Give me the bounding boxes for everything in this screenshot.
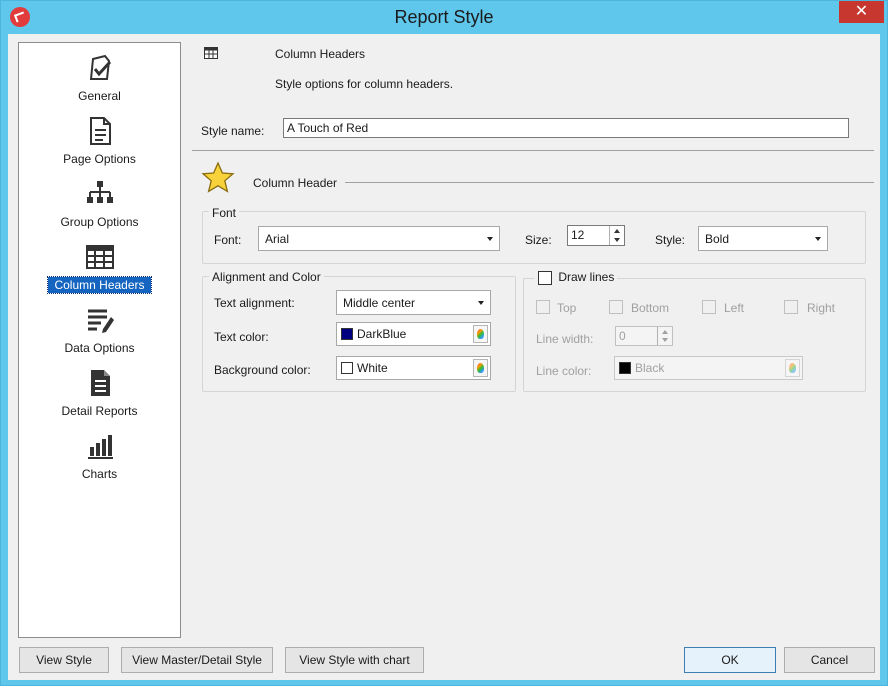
text-alignment-select[interactable]: Middle center xyxy=(336,290,491,315)
sidebar-item-group-options[interactable]: Group Options xyxy=(19,179,180,235)
font-select-value: Arial xyxy=(265,232,290,246)
color-picker-icon[interactable] xyxy=(785,359,800,377)
chevron-down-icon xyxy=(487,237,493,241)
draw-lines-checkbox[interactable] xyxy=(538,270,552,285)
draw-lines-label: Draw lines xyxy=(558,270,615,284)
bottom-line-label: Bottom xyxy=(631,301,670,315)
line-width-label: Line width: xyxy=(536,332,594,346)
sidebar-item-label: Group Options xyxy=(60,215,139,229)
background-color-picker[interactable]: White xyxy=(336,356,491,380)
star-icon xyxy=(201,161,235,193)
top-line-checkbox[interactable] xyxy=(536,300,550,314)
hierarchy-icon xyxy=(87,181,113,203)
line-width-value: 0 xyxy=(619,329,626,343)
style-name-label: Style name: xyxy=(201,124,265,138)
right-line-checkbox[interactable] xyxy=(784,300,798,314)
sidebar-item-page-options[interactable]: Page Options xyxy=(19,116,180,172)
stepper-buttons[interactable] xyxy=(609,226,624,245)
data-lines-icon xyxy=(88,309,114,333)
stepper-buttons[interactable] xyxy=(657,327,672,345)
general-check-icon xyxy=(89,54,112,80)
top-line-label: Top xyxy=(557,301,577,315)
sidebar-item-column-headers[interactable]: Column Headers xyxy=(19,242,180,298)
background-color-swatch xyxy=(341,362,353,374)
sidebar-item-label: Detail Reports xyxy=(61,404,138,418)
page-icon xyxy=(90,117,111,145)
line-width-stepper[interactable]: 0 xyxy=(615,326,673,346)
page-description: Style options for column headers. xyxy=(275,77,454,91)
title-bar: Report Style ✕ xyxy=(1,1,887,34)
section-title: Column Header xyxy=(253,176,338,190)
options-sidebar: General Page Options Group Options Colum… xyxy=(18,42,181,638)
text-alignment-value: Middle center xyxy=(343,296,416,310)
close-button[interactable]: ✕ xyxy=(839,1,884,23)
chevron-down-icon xyxy=(662,338,668,342)
view-master-detail-style-button[interactable]: View Master/Detail Style xyxy=(121,647,273,673)
sidebar-item-data-options[interactable]: Data Options xyxy=(19,305,180,361)
chevron-down-icon xyxy=(478,301,484,305)
sidebar-item-label: Column Headers xyxy=(19,276,180,294)
font-style-value: Bold xyxy=(705,232,730,246)
view-style-with-chart-button[interactable]: View Style with chart xyxy=(285,647,424,673)
cancel-button[interactable]: Cancel xyxy=(784,647,875,673)
style-label: Style: xyxy=(655,233,686,247)
text-color-value: DarkBlue xyxy=(357,327,407,341)
divider xyxy=(192,150,874,151)
font-style-select[interactable]: Bold xyxy=(698,226,828,251)
sidebar-item-label: Charts xyxy=(81,467,118,481)
left-line-checkbox[interactable] xyxy=(702,300,716,314)
text-color-label: Text color: xyxy=(214,330,269,344)
window-title: Report Style xyxy=(394,7,494,27)
bar-chart-icon xyxy=(88,435,113,459)
sidebar-item-detail-reports[interactable]: Detail Reports xyxy=(19,368,180,424)
view-style-button[interactable]: View Style xyxy=(19,647,109,673)
draw-lines-toggle-wrap: Draw lines xyxy=(534,270,618,285)
text-color-swatch xyxy=(341,328,353,340)
font-group-title: Font xyxy=(209,206,240,220)
line-color-swatch xyxy=(619,362,631,374)
left-line-label: Left xyxy=(724,301,745,315)
text-alignment-label: Text alignment: xyxy=(214,296,295,310)
size-stepper[interactable]: 12 xyxy=(567,225,625,246)
chevron-up-icon xyxy=(614,229,620,233)
chevron-down-icon xyxy=(614,238,620,242)
color-picker-icon[interactable] xyxy=(473,359,488,377)
sidebar-item-charts[interactable]: Charts xyxy=(19,431,180,487)
line-color-picker[interactable]: Black xyxy=(614,356,803,380)
section-divider xyxy=(345,182,874,183)
sidebar-item-label: General xyxy=(78,89,121,103)
ok-button[interactable]: OK xyxy=(684,647,776,673)
chevron-up-icon xyxy=(662,330,668,334)
line-color-label: Line color: xyxy=(536,364,592,378)
alignment-color-group-title: Alignment and Color xyxy=(209,270,324,284)
report-doc-icon xyxy=(91,370,110,396)
sidebar-item-label: Page Options xyxy=(63,152,136,166)
bottom-line-checkbox[interactable] xyxy=(609,300,623,314)
dialog-client-area: General Page Options Group Options Colum… xyxy=(8,34,880,680)
background-color-value: White xyxy=(357,361,388,375)
table-icon xyxy=(204,47,218,59)
chevron-down-icon xyxy=(815,237,821,241)
font-label: Font: xyxy=(214,233,242,247)
font-select[interactable]: Arial xyxy=(258,226,500,251)
text-color-picker[interactable]: DarkBlue xyxy=(336,322,491,346)
size-label: Size: xyxy=(525,233,552,247)
report-style-window: Report Style ✕ General Page Options Grou… xyxy=(0,0,888,686)
page-title: Column Headers xyxy=(275,47,366,61)
background-color-label: Background color: xyxy=(214,363,311,377)
size-value: 12 xyxy=(571,228,585,242)
sidebar-item-general[interactable]: General xyxy=(19,53,180,109)
table-icon xyxy=(86,245,114,269)
color-picker-icon[interactable] xyxy=(473,325,488,343)
sidebar-item-label: Data Options xyxy=(64,341,135,355)
right-line-label: Right xyxy=(807,301,836,315)
line-color-value: Black xyxy=(635,361,665,375)
style-name-input[interactable]: A Touch of Red xyxy=(283,118,849,138)
